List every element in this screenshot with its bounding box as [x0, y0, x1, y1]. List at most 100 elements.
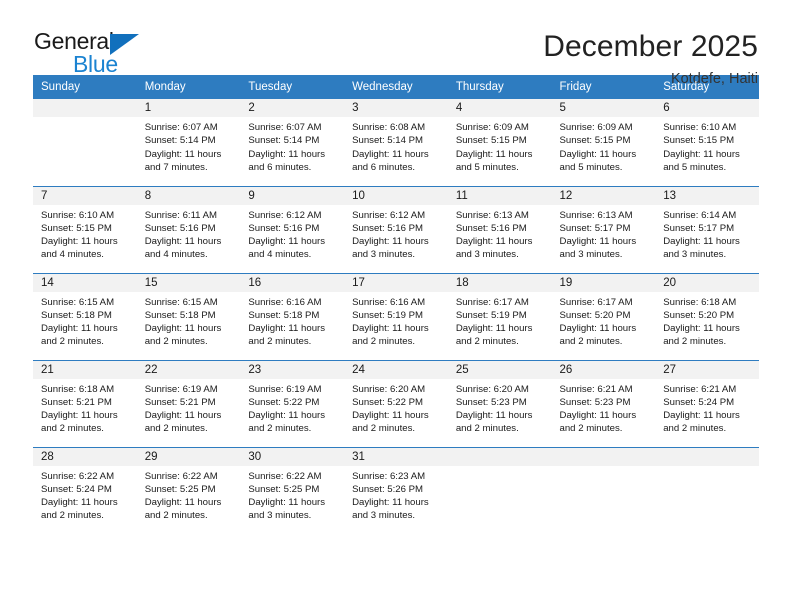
calendar-day-cell[interactable]: 24 Sunrise: 6:20 AM Sunset: 5:22 PM Dayligh… — [344, 359, 448, 447]
day-number: 13 — [655, 186, 759, 205]
daylight-2-line: and 6 minutes. — [248, 161, 312, 173]
daylight-2-line: and 2 minutes. — [41, 336, 104, 348]
sunset-line: Sunset: 5:17 PM — [663, 222, 735, 234]
calendar-day-cell[interactable]: 25 Sunrise: 6:20 AM Sunset: 5:23 PM Dayligh… — [447, 359, 552, 447]
calendar-empty-cell — [655, 446, 759, 534]
page-title: December 2025 — [543, 30, 758, 63]
calendar-day-cell[interactable]: 15 Sunrise: 6:15 AM Sunset: 5:18 PM Dayligh… — [136, 272, 241, 360]
sunset-line: Sunset: 5:23 PM — [455, 396, 527, 408]
calendar-page: General Blue December 2025 Kotdefe, Hait… — [0, 0, 792, 612]
calendar-day-cell[interactable]: 22 Sunrise: 6:19 AM Sunset: 5:21 PM Dayligh… — [136, 359, 241, 447]
day-details: Sunrise: 6:09 AM Sunset: 5:15 PM Daylight:… — [448, 117, 552, 174]
sunrise-line: Sunrise: 6:17 AM — [559, 296, 633, 308]
sunset-line: Sunset: 5:21 PM — [144, 396, 216, 408]
day-number: 28 — [33, 447, 137, 466]
sunrise-line: Sunrise: 6:21 AM — [559, 383, 633, 395]
sunset-line: Sunset: 5:18 PM — [41, 309, 112, 321]
calendar-day-cell[interactable]: 2 Sunrise: 6:07 AM Sunset: 5:14 PM Daylight… — [240, 99, 345, 186]
day-number: 16 — [240, 273, 345, 292]
calendar-day-cell[interactable]: 23 Sunrise: 6:19 AM Sunset: 5:22 PM Dayligh… — [240, 359, 345, 447]
sunset-line: Sunset: 5:23 PM — [559, 396, 631, 408]
calendar-day-cell[interactable]: 16 Sunrise: 6:16 AM Sunset: 5:18 PM Dayligh… — [240, 272, 345, 360]
day-number: 3 — [344, 99, 448, 117]
calendar-day-cell[interactable]: 18 Sunrise: 6:17 AM Sunset: 5:19 PM Dayligh… — [447, 272, 552, 360]
daylight-1-line: Daylight: 11 hours — [248, 323, 326, 335]
calendar-day-cell[interactable]: 12 Sunrise: 6:13 AM Sunset: 5:17 PM Dayligh… — [551, 185, 656, 273]
day-details: Sunrise: 6:20 AM Sunset: 5:23 PM Daylight:… — [448, 379, 552, 436]
sunset-line: Sunset: 5:19 PM — [352, 309, 424, 321]
daylight-2-line: and 7 minutes. — [144, 161, 208, 173]
daylight-1-line: Daylight: 11 hours — [663, 148, 740, 160]
daylight-1-line: Daylight: 11 hours — [41, 323, 118, 335]
sunset-line: Sunset: 5:15 PM — [41, 222, 112, 234]
day-number: 22 — [136, 360, 241, 379]
daylight-1-line: Daylight: 11 hours — [144, 497, 222, 509]
calendar-day-cell[interactable]: 17 Sunrise: 6:16 AM Sunset: 5:19 PM Dayligh… — [344, 272, 448, 360]
calendar-day-cell[interactable]: 30 Sunrise: 6:22 AM Sunset: 5:25 PM Dayligh… — [240, 446, 345, 534]
daylight-1-line: Daylight: 11 hours — [144, 323, 222, 335]
calendar-day-cell[interactable]: 26 Sunrise: 6:21 AM Sunset: 5:23 PM Dayligh… — [551, 359, 656, 447]
day-details: Sunrise: 6:23 AM Sunset: 5:26 PM Daylight:… — [344, 466, 448, 523]
daylight-2-line: and 2 minutes. — [144, 336, 208, 348]
sunrise-line: Sunrise: 6:23 AM — [352, 470, 426, 482]
day-details: Sunrise: 6:17 AM Sunset: 5:19 PM Daylight:… — [448, 292, 552, 349]
sunrise-line: Sunrise: 6:09 AM — [455, 122, 529, 133]
calendar-day-cell[interactable]: 13 Sunrise: 6:14 AM Sunset: 5:17 PM Dayligh… — [655, 185, 759, 273]
day-details: Sunrise: 6:22 AM Sunset: 5:24 PM Daylight:… — [33, 466, 137, 523]
daylight-2-line: and 4 minutes. — [144, 249, 208, 261]
daylight-2-line: and 5 minutes. — [663, 161, 727, 173]
calendar-day-cell[interactable]: 5 Sunrise: 6:09 AM Sunset: 5:15 PM Daylight… — [551, 99, 656, 186]
day-details: Sunrise: 6:11 AM Sunset: 5:16 PM Daylight:… — [137, 205, 241, 262]
daylight-2-line: and 2 minutes. — [455, 423, 519, 435]
calendar-day-cell[interactable]: 4 Sunrise: 6:09 AM Sunset: 5:15 PM Daylight… — [447, 99, 552, 186]
sunrise-sunset-calendar-table: Sunday Monday Tuesday Wednesday Thursday… — [33, 75, 759, 534]
daylight-2-line: and 2 minutes. — [352, 336, 416, 348]
daylight-1-line: Daylight: 11 hours — [663, 323, 740, 335]
sunrise-line: Sunrise: 6:15 AM — [144, 296, 218, 308]
calendar-day-cell[interactable]: 21 Sunrise: 6:18 AM Sunset: 5:21 PM Dayligh… — [33, 359, 137, 447]
calendar-day-cell[interactable]: 10 Sunrise: 6:12 AM Sunset: 5:16 PM Dayligh… — [344, 185, 448, 273]
sunset-line: Sunset: 5:15 PM — [663, 135, 735, 147]
sunrise-line: Sunrise: 6:20 AM — [455, 383, 529, 395]
sunrise-line: Sunrise: 6:22 AM — [248, 470, 322, 482]
day-details: Sunrise: 6:13 AM Sunset: 5:17 PM Daylight:… — [552, 205, 656, 262]
calendar-day-cell[interactable]: 6 Sunrise: 6:10 AM Sunset: 5:15 PM Daylight… — [655, 99, 759, 186]
sunset-line: Sunset: 5:16 PM — [248, 222, 320, 234]
daylight-1-line: Daylight: 11 hours — [352, 323, 429, 335]
calendar-day-cell[interactable]: 19 Sunrise: 6:17 AM Sunset: 5:20 PM Dayligh… — [551, 272, 656, 360]
sunset-line: Sunset: 5:14 PM — [144, 135, 216, 147]
calendar-empty-cell — [447, 446, 552, 534]
sunset-line: Sunset: 5:25 PM — [144, 483, 216, 495]
day-details: Sunrise: 6:16 AM Sunset: 5:18 PM Daylight:… — [240, 292, 344, 349]
sunset-line: Sunset: 5:16 PM — [455, 222, 527, 234]
day-number: 1 — [136, 99, 241, 117]
day-details: Sunrise: 6:21 AM Sunset: 5:24 PM Daylight:… — [655, 379, 759, 436]
daylight-1-line: Daylight: 11 hours — [663, 410, 740, 422]
day-number: 25 — [447, 360, 552, 379]
calendar-day-cell[interactable]: 31 Sunrise: 6:23 AM Sunset: 5:26 PM Dayligh… — [344, 446, 448, 534]
day-details: Sunrise: 6:19 AM Sunset: 5:22 PM Daylight:… — [240, 379, 344, 436]
general-blue-logo[interactable]: General Blue — [34, 28, 154, 77]
sunset-line: Sunset: 5:15 PM — [455, 135, 527, 147]
daylight-2-line: and 2 minutes. — [663, 423, 727, 435]
sunset-line: Sunset: 5:16 PM — [352, 222, 424, 234]
sunset-line: Sunset: 5:26 PM — [352, 483, 424, 495]
calendar-day-cell[interactable]: 11 Sunrise: 6:13 AM Sunset: 5:16 PM Dayligh… — [447, 185, 552, 273]
daylight-1-line: Daylight: 11 hours — [248, 410, 326, 422]
daylight-2-line: and 3 minutes. — [455, 249, 519, 261]
calendar-week-row: 21 Sunrise: 6:18 AM Sunset: 5:21 PM Dayligh… — [33, 359, 759, 447]
daylight-2-line: and 5 minutes. — [455, 161, 519, 173]
calendar-day-cell[interactable]: 1 Sunrise: 6:07 AM Sunset: 5:14 PM Daylight… — [136, 99, 241, 186]
day-number — [447, 447, 552, 466]
calendar-day-cell[interactable]: 9 Sunrise: 6:12 AM Sunset: 5:16 PM Daylight… — [240, 185, 345, 273]
calendar-day-cell[interactable]: 20 Sunrise: 6:18 AM Sunset: 5:20 PM Dayligh… — [655, 272, 759, 360]
calendar-day-cell[interactable]: 29 Sunrise: 6:22 AM Sunset: 5:25 PM Dayligh… — [136, 446, 241, 534]
day-details: Sunrise: 6:08 AM Sunset: 5:14 PM Daylight:… — [344, 117, 448, 174]
calendar-day-cell[interactable]: 27 Sunrise: 6:21 AM Sunset: 5:24 PM Dayligh… — [655, 359, 759, 447]
calendar-day-cell[interactable]: 14 Sunrise: 6:15 AM Sunset: 5:18 PM Dayligh… — [33, 272, 137, 360]
calendar-day-cell[interactable]: 8 Sunrise: 6:11 AM Sunset: 5:16 PM Daylight… — [136, 185, 241, 273]
calendar-day-cell[interactable]: 28 Sunrise: 6:22 AM Sunset: 5:24 PM Dayligh… — [33, 446, 137, 534]
calendar-day-cell[interactable]: 7 Sunrise: 6:10 AM Sunset: 5:15 PM Daylight… — [33, 185, 137, 273]
daylight-1-line: Daylight: 11 hours — [352, 148, 429, 160]
calendar-day-cell[interactable]: 3 Sunrise: 6:08 AM Sunset: 5:14 PM Daylight… — [344, 99, 448, 186]
